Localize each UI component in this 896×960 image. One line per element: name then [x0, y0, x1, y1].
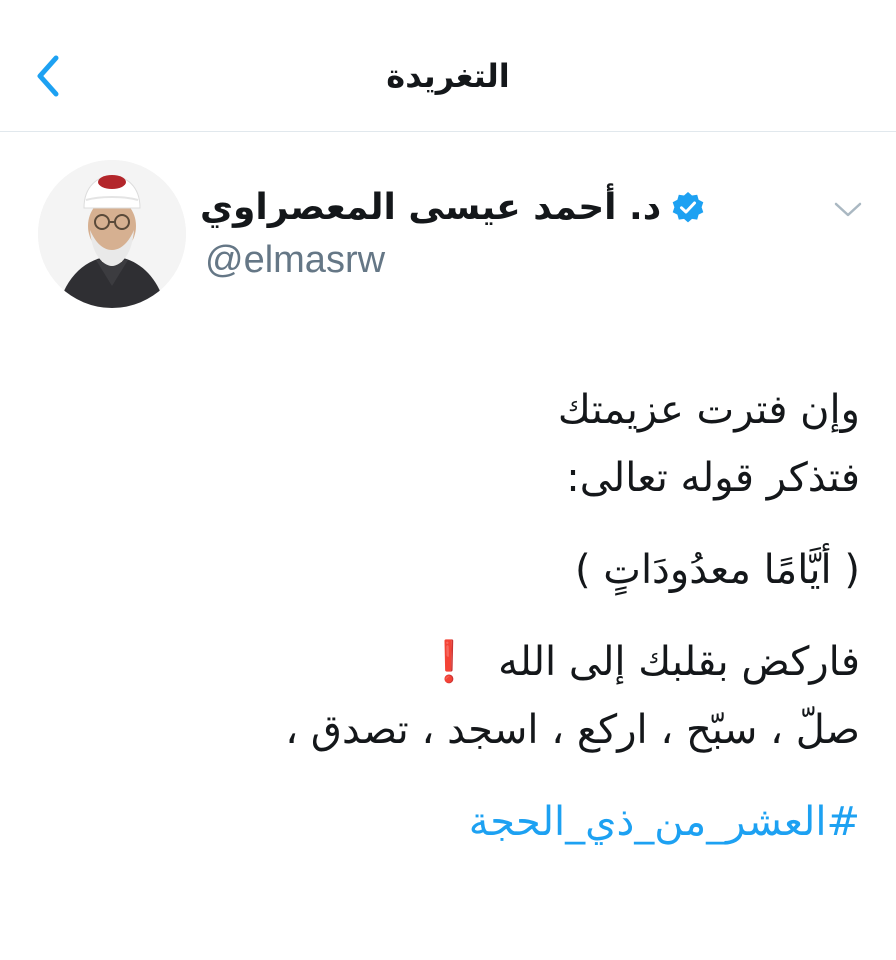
display-name[interactable]: د. أحمد عيسى المعصراوي [200, 180, 661, 236]
hashtag-link[interactable]: #العشر_من_ذي_الحجة [60, 788, 860, 856]
tweet-line: فتذكر قوله تعالى: [566, 455, 860, 501]
user-name-row: د. أحمد عيسى المعصراوي [200, 178, 770, 238]
tweet-line: صلّ ، سبّح ، اركع ، اسجد ، تصدق ، [285, 707, 860, 753]
tweet-line-text: فاركض بقلبك إلى الله [498, 639, 860, 685]
user-handle[interactable]: @elmasrw [205, 236, 385, 284]
verified-badge-icon [672, 192, 704, 223]
top-bar: التغريدة [0, 0, 896, 132]
tweet-line: فاركض بقلبك إلى الله ❗ [60, 628, 860, 696]
page-title: التغريدة [386, 57, 510, 95]
tweet-text: وإن فترت عزيمتك فتذكر قوله تعالى: ( أيَّ… [60, 376, 860, 856]
tweet-line: ( أيَّامًا معدُودَاتٍ ) [574, 547, 860, 593]
chevron-down-icon [834, 202, 862, 217]
profile-photo [38, 160, 186, 308]
avatar[interactable] [38, 160, 186, 308]
exclamation-emoji: ❗ [424, 639, 475, 685]
tweet-line: وإن فترت عزيمتك [557, 387, 860, 433]
more-options-button[interactable] [826, 192, 870, 228]
